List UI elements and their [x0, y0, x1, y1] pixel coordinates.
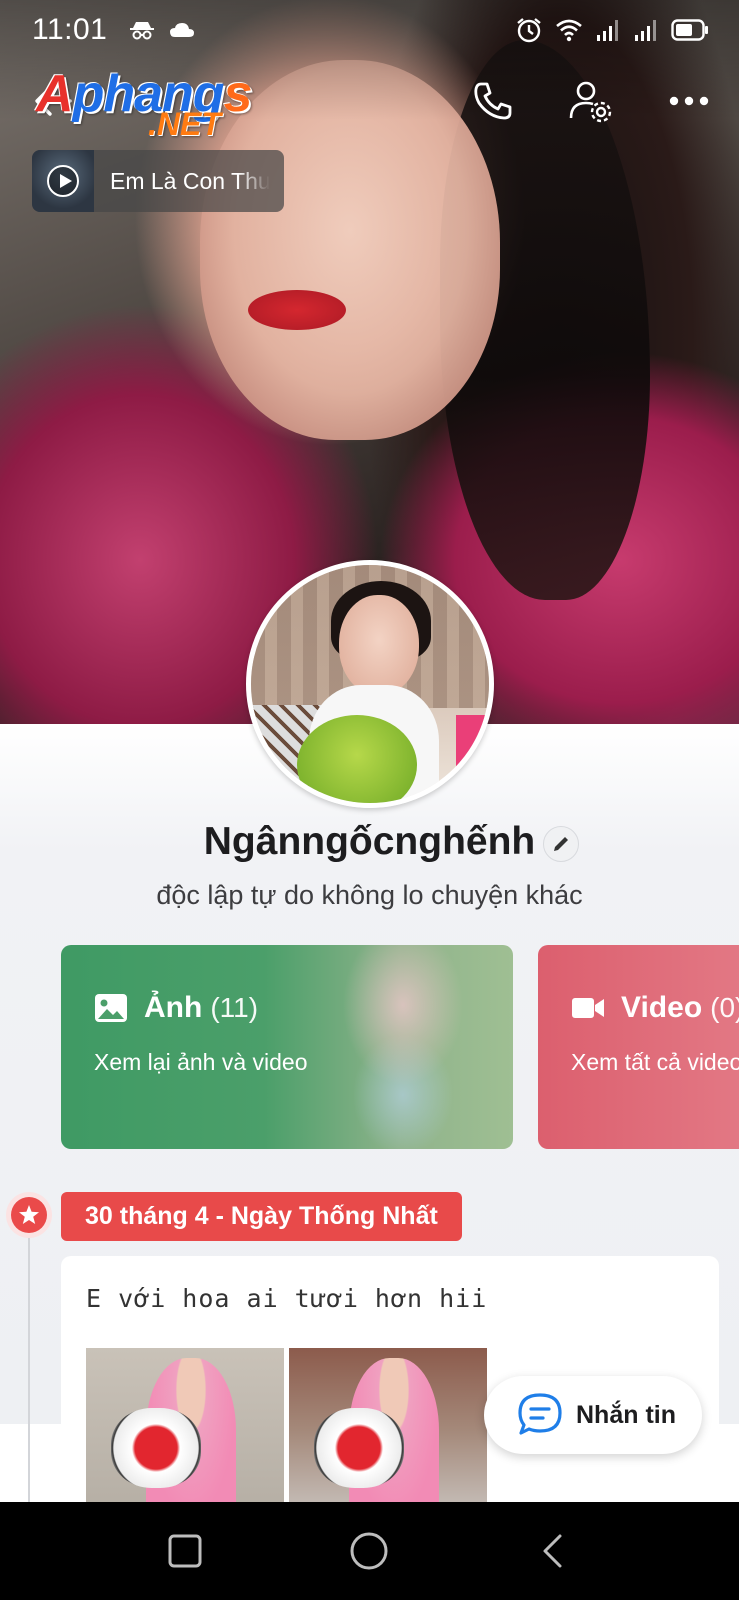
photos-card-title: Ảnh: [144, 991, 203, 1024]
post-photo[interactable]: [86, 1348, 284, 1516]
status-bar: 11:01: [0, 0, 739, 60]
alarm-icon: [515, 16, 543, 44]
signal-icon: [633, 18, 659, 42]
profile-avatar[interactable]: [246, 560, 494, 808]
square-icon: [168, 1534, 202, 1568]
post-text: E với hoa ai tươi hơn hii: [86, 1284, 488, 1313]
cover-photo-lips: [248, 290, 346, 330]
recent-apps-button[interactable]: [162, 1528, 208, 1574]
music-thumbnail: [32, 150, 94, 212]
user-settings-button[interactable]: [564, 74, 618, 128]
play-icon: [47, 165, 79, 197]
system-back-button[interactable]: [530, 1528, 576, 1574]
chevron-left-icon: [543, 1534, 562, 1568]
videos-card[interactable]: Video (0) Xem tất cả video: [538, 945, 739, 1149]
call-button[interactable]: [466, 74, 520, 128]
phone-icon: [474, 82, 512, 120]
incognito-icon: [129, 20, 155, 40]
photos-card-preview: [313, 945, 513, 1149]
system-nav-bar: [0, 1502, 739, 1600]
user-gear-icon: [569, 81, 612, 123]
post-photo[interactable]: [289, 1348, 487, 1516]
cloud-icon: [169, 21, 195, 39]
pencil-icon: [554, 837, 568, 851]
circle-icon: [350, 1532, 388, 1570]
profile-bio: độc lập tự do không lo chuyện khác: [156, 880, 583, 910]
videos-card-count: (0): [710, 992, 739, 1023]
edit-name-button[interactable]: [543, 826, 579, 862]
star-icon: [19, 1205, 39, 1224]
profile-name: Ngânngốcnghếnh: [203, 820, 536, 863]
video-camera-icon: [572, 998, 604, 1018]
status-time: 11:01: [32, 13, 108, 46]
videos-card-title: Video: [621, 991, 703, 1024]
profile-name-row: Ngânngốcnghếnh: [0, 820, 739, 864]
battery-icon: [671, 19, 709, 41]
photos-card-count: (11): [210, 992, 259, 1023]
timeline-line: [28, 1232, 30, 1502]
videos-card-subtitle: Xem tất cả video: [571, 1049, 739, 1075]
photos-card-subtitle: Xem lại ảnh và video: [94, 1049, 308, 1075]
send-message-button[interactable]: Nhắn tin: [484, 1376, 702, 1454]
home-button[interactable]: [346, 1528, 392, 1574]
event-tag[interactable]: 30 tháng 4 - Ngày Thống Nhất: [61, 1192, 462, 1241]
music-title: Em Là Con Thuyền Cô Đơn: [110, 167, 270, 194]
image-icon: [95, 994, 127, 1022]
more-dots-icon: [669, 96, 709, 106]
more-options-button[interactable]: [662, 74, 716, 128]
top-nav: Aphangs .NET: [0, 60, 739, 142]
signal-icon: [595, 18, 621, 42]
chat-bubble-icon: [518, 1393, 562, 1435]
profile-music-button[interactable]: Em Là Con Thuyền Cô Đơn: [32, 150, 284, 212]
photos-card[interactable]: Ảnh (11) Xem lại ảnh và video: [61, 945, 513, 1149]
wifi-icon: [555, 18, 583, 42]
watermark-logo: Aphangs .NET: [36, 65, 252, 142]
send-message-label: Nhắn tin: [576, 1400, 676, 1429]
timeline-badge: [6, 1192, 52, 1238]
